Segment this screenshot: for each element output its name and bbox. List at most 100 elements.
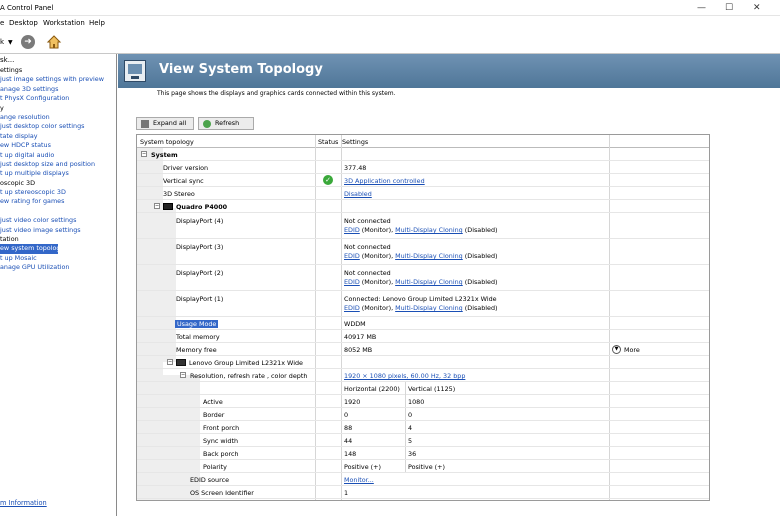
window-title: A Control Panel [0,4,54,12]
vertical-header: Vertical (1125) [408,385,456,393]
vertical-sync-label: Vertical sync [163,177,204,185]
displayport-node[interactable]: DisplayPort (2) [176,269,223,277]
collapse-monitor-icon[interactable]: − [167,359,173,365]
more-chevron-icon[interactable]: ▼ [612,345,621,354]
os-screen-id-label: OS Screen Identifier [190,489,254,497]
vertical-sync-value[interactable]: 3D Application controlled [344,177,425,185]
menu-bar: e Desktop Workstation Help [0,16,780,30]
menu-workstation[interactable]: Workstation [43,19,85,27]
sidebar-task-link[interactable]: tate display [0,132,117,141]
memory-free-value: 8052 MB [344,346,373,354]
cloning-link[interactable]: Multi-Display Cloning [395,278,463,286]
displayport-node[interactable]: DisplayPort (3) [176,243,223,251]
timing-label: Border [203,411,225,419]
sidebar-task-link[interactable]: just desktop color settings [0,122,117,131]
menu-help[interactable]: Help [89,19,105,27]
sidebar-task-link[interactable]: just video color settings [0,216,117,225]
title-bar: A Control Panel — ☐ ✕ [0,0,780,16]
timing-label: Active [203,398,223,406]
displayport-status: Not connected [344,269,391,277]
sidebar-task-link[interactable]: t up multiple displays [0,169,117,178]
sidebar-task-link[interactable]: ew rating for games [0,197,117,206]
sidebar-category: tation [0,235,19,244]
header-topology[interactable]: System topology [140,138,194,146]
sidebar-category: y [0,103,4,112]
topology-icon [124,60,146,82]
displayport-text: (Disabled) [462,278,498,286]
sidebar-task-link[interactable]: just video image settings [0,226,117,235]
displayport-links: EDID (Monitor), Multi-Display Cloning (D… [344,304,498,312]
sidebar-task-link[interactable]: t PhysX Configuration [0,94,117,103]
header-settings[interactable]: Settings [342,138,368,146]
collapse-system-icon[interactable]: − [141,151,147,157]
grid-row [137,148,709,161]
sidebar-task-link[interactable]: t up stereoscopic 3D [0,188,117,197]
edid-source-link[interactable]: Monitor... [344,476,374,484]
topology-grid: System topology Status Settings − System Driv… [136,134,710,501]
refresh-button[interactable]: Refresh [198,117,254,130]
resolution-label[interactable]: Resolution, refresh rate , color depth [190,372,307,380]
menu-file[interactable]: e [0,19,4,27]
cloning-link[interactable]: Multi-Display Cloning [395,226,463,234]
edid-link[interactable]: EDID [344,304,360,312]
displayport-text: (Monitor), [359,278,396,286]
back-dropdown-icon[interactable]: ▼ [8,39,13,46]
timing-horizontal: 0 [344,411,349,419]
displayport-node[interactable]: DisplayPort (1) [176,295,223,303]
gpu-icon [163,203,173,210]
sidebar-task-link[interactable]: just desktop size and position [0,160,117,169]
toolbar: k ▼ ➜ [0,30,780,54]
sidebar-task-link[interactable]: just image settings with preview [0,75,117,84]
resolution-value[interactable]: 1920 × 1080 pixels, 60.00 Hz, 32 bpp [344,372,465,380]
status-ok-icon: ✓ [323,175,333,185]
displayport-status: Connected: Lenovo Group Limited L2321x W… [344,295,497,303]
timing-label: Back porch [203,450,239,458]
timing-horizontal: 148 [344,450,357,458]
main-panel: View System Topology This page shows the… [118,54,780,516]
cloning-link[interactable]: Multi-Display Cloning [395,304,463,312]
sidebar-task-link[interactable]: ange resolution [0,113,117,122]
edid-link[interactable]: EDID [344,226,360,234]
timing-vertical: 4 [408,424,413,432]
gpu-node[interactable]: Quadro P4000 [176,203,227,211]
close-button[interactable]: ✕ [753,3,761,13]
monitor-node[interactable]: Lenovo Group Limited L2321x Wide [189,359,303,367]
driver-version-value: 377.48 [344,164,367,172]
timing-horizontal: 44 [344,437,353,445]
horizontal-header: Horizontal (2200) [344,385,400,393]
sidebar-task-link[interactable]: anage GPU Utilization [0,263,117,272]
timing-vertical: Positive (+) [408,463,446,471]
cloning-link[interactable]: Multi-Display Cloning [395,252,463,260]
3d-stereo-value[interactable]: Disabled [344,190,372,198]
edid-link[interactable]: EDID [344,252,360,260]
more-button[interactable]: More [624,346,640,354]
total-memory-label: Total memory [176,333,220,341]
sidebar-task-link[interactable]: anage 3D settings [0,85,117,94]
memory-free-label: Memory free [176,346,217,354]
edid-link[interactable]: EDID [344,278,360,286]
sidebar-task-link[interactable]: t up digital audio [0,151,117,160]
timing-vertical: 5 [408,437,413,445]
back-button-label[interactable]: k [0,38,4,46]
minimize-button[interactable]: — [697,3,706,13]
header-status[interactable]: Status [318,138,338,146]
sidebar-task-link[interactable]: ew HDCP status [0,141,117,150]
displayport-node[interactable]: DisplayPort (4) [176,217,223,225]
home-icon[interactable] [46,34,62,50]
displayport-status: Not connected [344,217,391,225]
collapse-resolution-icon[interactable]: − [180,372,186,378]
refresh-icon [203,120,211,128]
maximize-button[interactable]: ☐ [725,3,733,13]
edid-source-label: EDID source [190,476,230,484]
system-node[interactable]: System [151,151,178,159]
expand-all-button[interactable]: Expand all [136,117,194,130]
sidebar-task-link[interactable]: t up Mosaic [0,254,117,263]
menu-desktop[interactable]: Desktop [9,19,38,27]
collapse-gpu-icon[interactable]: − [154,203,160,209]
system-information-link[interactable]: m Information [0,499,47,507]
3d-stereo-label: 3D Stereo [163,190,195,198]
sidebar-task-link[interactable]: ew system topology [0,244,58,254]
usage-mode-value: WDDM [344,320,366,328]
usage-mode-label[interactable]: Usage Mode [175,320,219,328]
forward-arrow-icon[interactable]: ➜ [21,35,35,49]
